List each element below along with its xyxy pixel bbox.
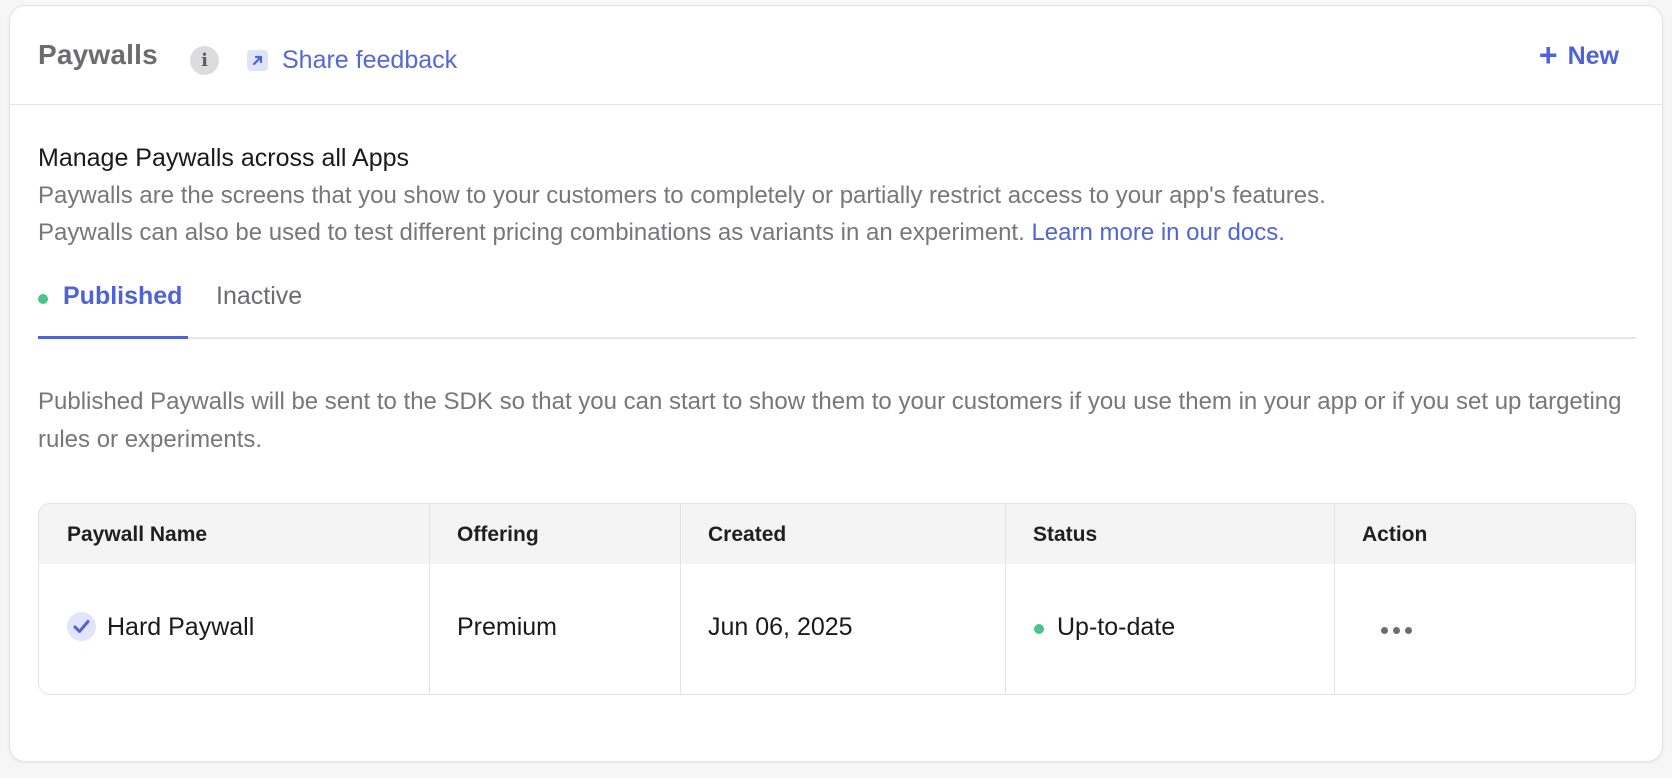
plus-icon: + (1538, 37, 1558, 73)
status-cell: Up-to-date (1057, 613, 1176, 641)
new-button-label: New (1567, 42, 1619, 70)
paywalls-table: Paywall Name Offering Created Status Act… (38, 503, 1636, 695)
share-feedback-link[interactable]: Share feedback (247, 46, 457, 75)
status-dot-icon (1034, 624, 1044, 634)
intro-description-line2: Paywalls can also be used to test differ… (38, 219, 1285, 247)
column-header-status[interactable]: Status (1033, 523, 1097, 547)
share-feedback-label: Share feedback (282, 46, 458, 74)
published-dot-icon (38, 294, 48, 304)
tab-published-label: Published (63, 282, 183, 310)
external-link-icon (247, 50, 268, 71)
paywalls-card: Paywalls i Share feedback + New Manage P… (9, 5, 1663, 762)
status-tabs: Published Inactive (38, 274, 1636, 339)
new-paywall-button[interactable]: + New (1538, 37, 1619, 73)
column-divider (680, 504, 681, 694)
paywall-name-cell[interactable]: Hard Paywall (107, 613, 254, 642)
intro-description-line2-text: Paywalls can also be used to test differ… (38, 219, 1025, 246)
column-header-action: Action (1362, 523, 1428, 546)
card-header: Paywalls i Share feedback + New (10, 6, 1662, 105)
column-header-paywall-name[interactable]: Paywall Name (67, 523, 207, 547)
column-divider (1005, 504, 1006, 694)
offering-cell: Premium (457, 613, 558, 641)
checkmark-icon (67, 612, 96, 641)
page-title: Paywalls (38, 39, 158, 70)
column-header-created[interactable]: Created (708, 523, 786, 547)
tab-published[interactable]: Published (38, 282, 188, 339)
intro-title: Manage Paywalls across all Apps (38, 144, 410, 172)
intro-description-line1: Paywalls are the screens that you show t… (38, 182, 1326, 209)
column-divider (1334, 504, 1335, 694)
more-actions-icon[interactable] (1374, 616, 1418, 644)
column-header-offering[interactable]: Offering (457, 523, 539, 547)
column-divider (429, 504, 430, 694)
info-icon[interactable]: i (190, 46, 219, 75)
table-row[interactable]: Hard Paywall Premium Jun 06, 2025 Up-to-… (39, 564, 1635, 694)
table-header: Paywall Name Offering Created Status Act… (39, 504, 1635, 564)
created-cell: Jun 06, 2025 (708, 613, 853, 641)
docs-link[interactable]: Learn more in our docs. (1031, 219, 1284, 246)
tab-inactive-label: Inactive (216, 282, 303, 310)
tab-description: Published Paywalls will be sent to the S… (38, 388, 1622, 453)
